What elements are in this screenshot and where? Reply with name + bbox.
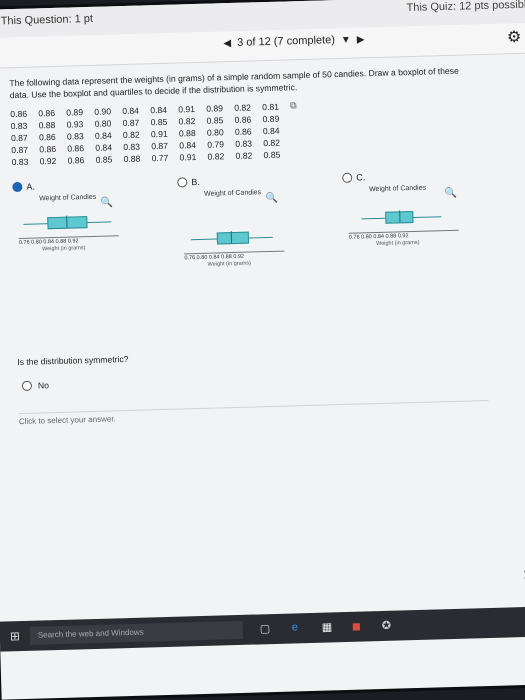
question-points: This Question: 1 pt (0, 12, 94, 28)
option-b[interactable]: B. Weight of Candies 🔍 0.76 0.80 0.84 0.… (177, 173, 330, 287)
data-cell: 0.80 (94, 118, 112, 129)
progress-nav: ◀ 3 of 12 (7 complete) ▼ ▶ (223, 33, 364, 49)
data-cell: 0.82 (235, 150, 253, 161)
data-cell: 0.83 (66, 131, 84, 142)
symmetric-question: Is the distribution symmetric? (17, 353, 129, 368)
gear-icon[interactable]: ⚙ (507, 27, 522, 47)
data-cell: 0.82 (207, 151, 225, 162)
data-cell: 0.91 (178, 103, 196, 114)
data-cell: 0.89 (206, 102, 224, 114)
data-cell: 0.88 (178, 128, 196, 139)
data-cell: 0.85 (263, 149, 281, 161)
internet-explorer-icon[interactable]: e (292, 621, 298, 633)
click-prompt: Click to select your answer. (18, 414, 116, 427)
option-b-label[interactable]: B. (177, 173, 327, 188)
data-cell: 0.84 (262, 125, 280, 137)
data-cell: 0.87 (122, 117, 140, 129)
data-cell: 0.86 (38, 107, 56, 118)
data-cell: 0.80 (206, 127, 224, 138)
dropdown-icon[interactable]: ▼ (341, 34, 351, 45)
data-cell: 0.82 (263, 137, 281, 149)
taskbar-search[interactable]: Search the web and Windows (29, 620, 244, 645)
data-cell: 0.89 (66, 106, 84, 118)
next-question-icon[interactable]: ▶ (357, 34, 365, 45)
option-c-letter: C. (356, 172, 366, 183)
magnify-icon[interactable]: 🔍 (266, 193, 279, 204)
data-cell: 0.90 (94, 105, 112, 117)
photo-of-monitor: This Question: 1 pt This Quiz: 12 pts po… (0, 0, 525, 700)
option-c-axis-title: Weight (in grams) (376, 239, 420, 248)
question-prompt: The following data represent the weights… (9, 65, 459, 101)
progress-label[interactable]: 3 of 12 (7 complete) (237, 34, 335, 49)
data-cell: 0.86 (234, 114, 252, 125)
magnify-icon[interactable]: 🔍 (445, 188, 458, 199)
windows-taskbar: ⊞ Search the web and Windows ▢ e ▦ ◼ ✪ (0, 606, 525, 652)
data-cell: 0.83 (235, 138, 253, 149)
data-cell: 0.86 (67, 143, 85, 154)
answer-no-option[interactable]: No (21, 380, 49, 391)
option-c-radio[interactable] (342, 172, 353, 183)
prev-question-icon[interactable]: ◀ (223, 37, 231, 48)
data-cell: 0.84 (94, 130, 112, 141)
data-cell: 0.84 (150, 104, 168, 115)
option-a-radio[interactable] (12, 181, 23, 193)
option-b-axis-title: Weight (in grams) (207, 260, 251, 268)
data-cell: 0.88 (38, 119, 56, 131)
data-cell: 0.92 (39, 155, 57, 167)
data-cell: 0.82 (234, 101, 252, 113)
magnify-icon[interactable]: 🔍 (101, 197, 114, 208)
store-icon[interactable]: ▦ (322, 620, 333, 633)
data-cell: 0.82 (178, 116, 196, 127)
clipboard-icon[interactable]: ⧉ (290, 99, 318, 113)
option-c[interactable]: C. Weight of Candies 🔍 0.76 0.80 0.84 0.… (342, 169, 495, 283)
data-cell: 0.82 (122, 129, 140, 141)
data-cell: 0.86 (38, 131, 56, 143)
pinned-app-icon[interactable]: ◼ (352, 620, 361, 633)
option-b-box (216, 231, 250, 245)
data-cell: 0.86 (39, 143, 57, 155)
data-cell: 0.84 (95, 142, 113, 153)
data-cell: 0.85 (95, 154, 113, 165)
data-cell: 0.83 (10, 120, 28, 132)
option-c-label[interactable]: C. (342, 169, 492, 183)
answer-no-label[interactable]: No (38, 380, 49, 390)
question-body: The following data represent the weights… (9, 63, 515, 426)
data-cell: 0.86 (10, 108, 28, 119)
data-cell: 0.89 (262, 113, 280, 125)
option-a-axis-title: Weight (in grams) (42, 245, 86, 253)
data-cell: 0.85 (206, 115, 224, 126)
data-cell: 0.81 (262, 101, 280, 112)
data-cell: 0.87 (11, 144, 29, 156)
data-cell: 0.87 (10, 132, 28, 144)
option-c-plot-title: Weight of Candies (368, 184, 427, 194)
data-cell: 0.85 (150, 116, 168, 128)
browser-screen: This Question: 1 pt This Quiz: 12 pts po… (0, 0, 525, 700)
data-cell: 0.79 (207, 139, 225, 150)
data-cell: 0.83 (123, 141, 141, 153)
task-view-icon[interactable]: ▢ (260, 622, 271, 635)
data-cell: 0.86 (67, 155, 85, 166)
quiz-points: This Quiz: 12 pts possible (406, 0, 525, 15)
data-cell: 0.88 (123, 153, 141, 165)
divider (18, 399, 489, 415)
data-cell: 0.87 (151, 140, 169, 152)
option-a[interactable]: A. Weight of Candies 🔍 0.76 0.80 0.84 0.… (12, 178, 165, 292)
settings-icon[interactable]: ✪ (382, 619, 392, 632)
data-cell: 0.91 (150, 128, 168, 140)
data-cell: 0.84 (122, 105, 140, 116)
answer-options: A. Weight of Candies 🔍 0.76 0.80 0.84 0.… (12, 168, 515, 302)
data-cell: 0.91 (179, 152, 197, 163)
windows-start-icon[interactable]: ⊞ (10, 629, 20, 643)
option-b-letter: B. (191, 176, 200, 188)
data-cell: 0.86 (234, 126, 252, 137)
option-a-letter: A. (26, 181, 36, 192)
answer-no-radio[interactable] (21, 380, 33, 391)
data-cell: 0.93 (66, 119, 84, 130)
data-cell: 0.77 (151, 152, 169, 164)
option-b-radio[interactable] (177, 177, 188, 188)
data-table: 0.86 0.86 0.89 0.90 0.84 0.84 0.91 0.89 0.82 0.81… (10, 99, 320, 169)
option-a-label[interactable]: A. (12, 178, 162, 193)
data-cell: 0.83 (11, 156, 29, 168)
data-cell: 0.84 (179, 140, 197, 151)
